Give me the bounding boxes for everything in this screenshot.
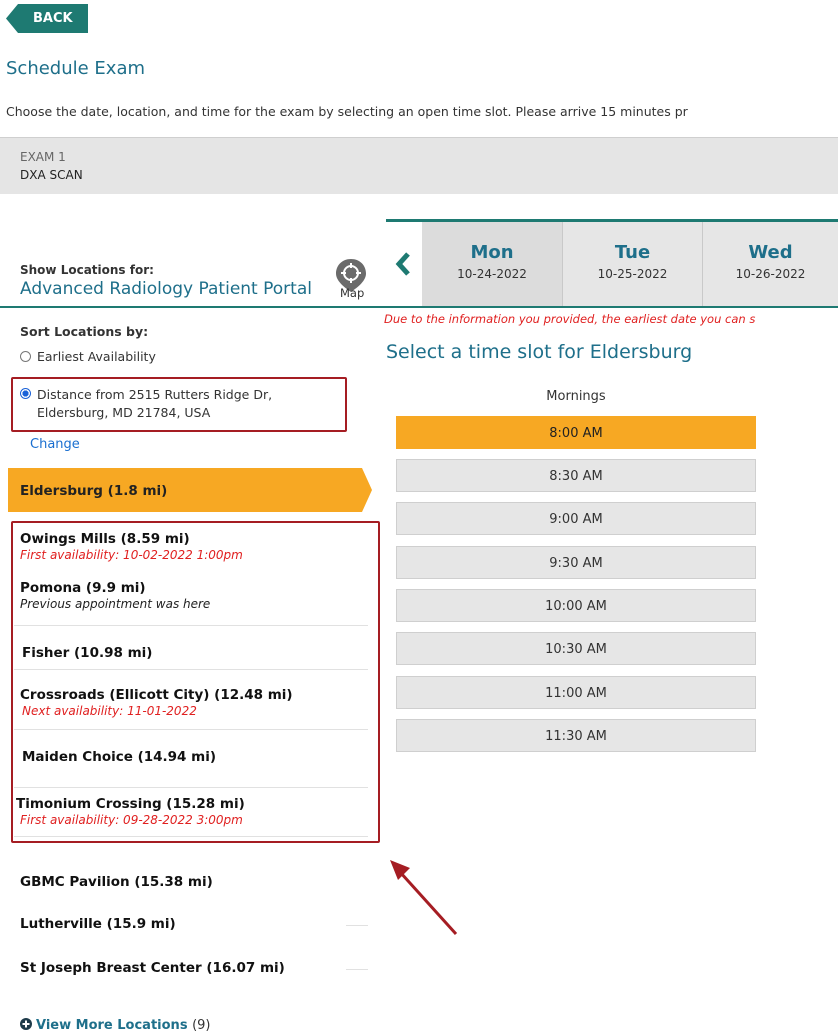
location-name: St Joseph Breast Center (16.07 mi)	[20, 960, 285, 976]
date-tab-mon[interactable]: Mon 10-24-2022	[422, 222, 563, 306]
sort-option-label: Earliest Availability	[37, 349, 156, 364]
day-label: Tue	[614, 242, 651, 263]
divider	[346, 925, 368, 926]
time-slot-button[interactable]: 10:00 AM	[396, 589, 756, 622]
location-item[interactable]: Lutherville (15.9 mi)	[20, 916, 176, 932]
location-name: GBMC Pavilion (15.38 mi)	[20, 874, 213, 890]
sort-earliest-option[interactable]: Earliest Availability	[20, 349, 156, 364]
annotation-box-distance	[11, 377, 347, 432]
radio-unchecked[interactable]	[20, 351, 31, 362]
intro-text: Choose the date, location, and time for …	[6, 104, 688, 119]
annotation-box-locations	[11, 521, 380, 843]
plus-circle-icon	[20, 1018, 32, 1030]
time-slot-button[interactable]: 9:30 AM	[396, 546, 756, 579]
view-more-locations-link[interactable]: View More Locations (9)	[20, 1018, 211, 1033]
sort-label: Sort Locations by:	[20, 324, 149, 339]
location-selected[interactable]: Eldersburg (1.8 mi)	[8, 468, 372, 512]
chevron-left-icon	[395, 252, 410, 276]
location-name: Eldersburg (1.8 mi)	[20, 483, 168, 499]
portal-name: Advanced Radiology Patient Portal	[20, 279, 312, 299]
time-slot-title: Select a time slot for Eldersburg	[386, 341, 693, 363]
view-more-label: View More Locations	[36, 1018, 188, 1033]
time-slot-button[interactable]: 8:30 AM	[396, 459, 756, 492]
divider	[346, 969, 368, 970]
date-bar-bottom-border	[0, 306, 838, 308]
date-tab-wed[interactable]: Wed 10-26-2022	[703, 222, 838, 306]
page-title: Schedule Exam	[6, 58, 146, 79]
location-item[interactable]: St Joseph Breast Center (16.07 mi)	[20, 960, 285, 976]
earliest-date-warning: Due to the information you provided, the…	[384, 312, 756, 326]
time-slot-button[interactable]: 11:00 AM	[396, 676, 756, 709]
date-tab-tue[interactable]: Tue 10-25-2022	[563, 222, 703, 306]
view-more-count: (9)	[192, 1018, 211, 1033]
change-address-link[interactable]: Change	[30, 437, 80, 452]
time-slot-button[interactable]: 8:00 AM	[396, 416, 756, 449]
exam-number: EXAM 1	[20, 150, 66, 164]
show-locations-label: Show Locations for:	[20, 263, 154, 277]
exam-summary: EXAM 1 DXA SCAN	[0, 137, 838, 194]
date-prev-button[interactable]	[386, 222, 422, 306]
day-label: Wed	[748, 242, 793, 263]
location-item[interactable]: GBMC Pavilion (15.38 mi)	[20, 874, 213, 890]
date-label: 10-25-2022	[597, 267, 668, 281]
annotation-arrow-icon	[390, 860, 458, 936]
exam-name: DXA SCAN	[20, 168, 83, 182]
back-button[interactable]: BACK	[6, 4, 88, 33]
time-slot-button[interactable]: 9:00 AM	[396, 502, 756, 535]
time-slot-button[interactable]: 10:30 AM	[396, 632, 756, 665]
time-slot-button[interactable]: 11:30 AM	[396, 719, 756, 752]
location-name: Lutherville (15.9 mi)	[20, 916, 176, 932]
date-label: 10-24-2022	[457, 267, 527, 281]
date-label: 10-26-2022	[735, 267, 806, 281]
day-label: Mon	[470, 242, 514, 263]
period-heading: Mornings	[546, 389, 606, 404]
map-label[interactable]: Map	[340, 286, 364, 300]
